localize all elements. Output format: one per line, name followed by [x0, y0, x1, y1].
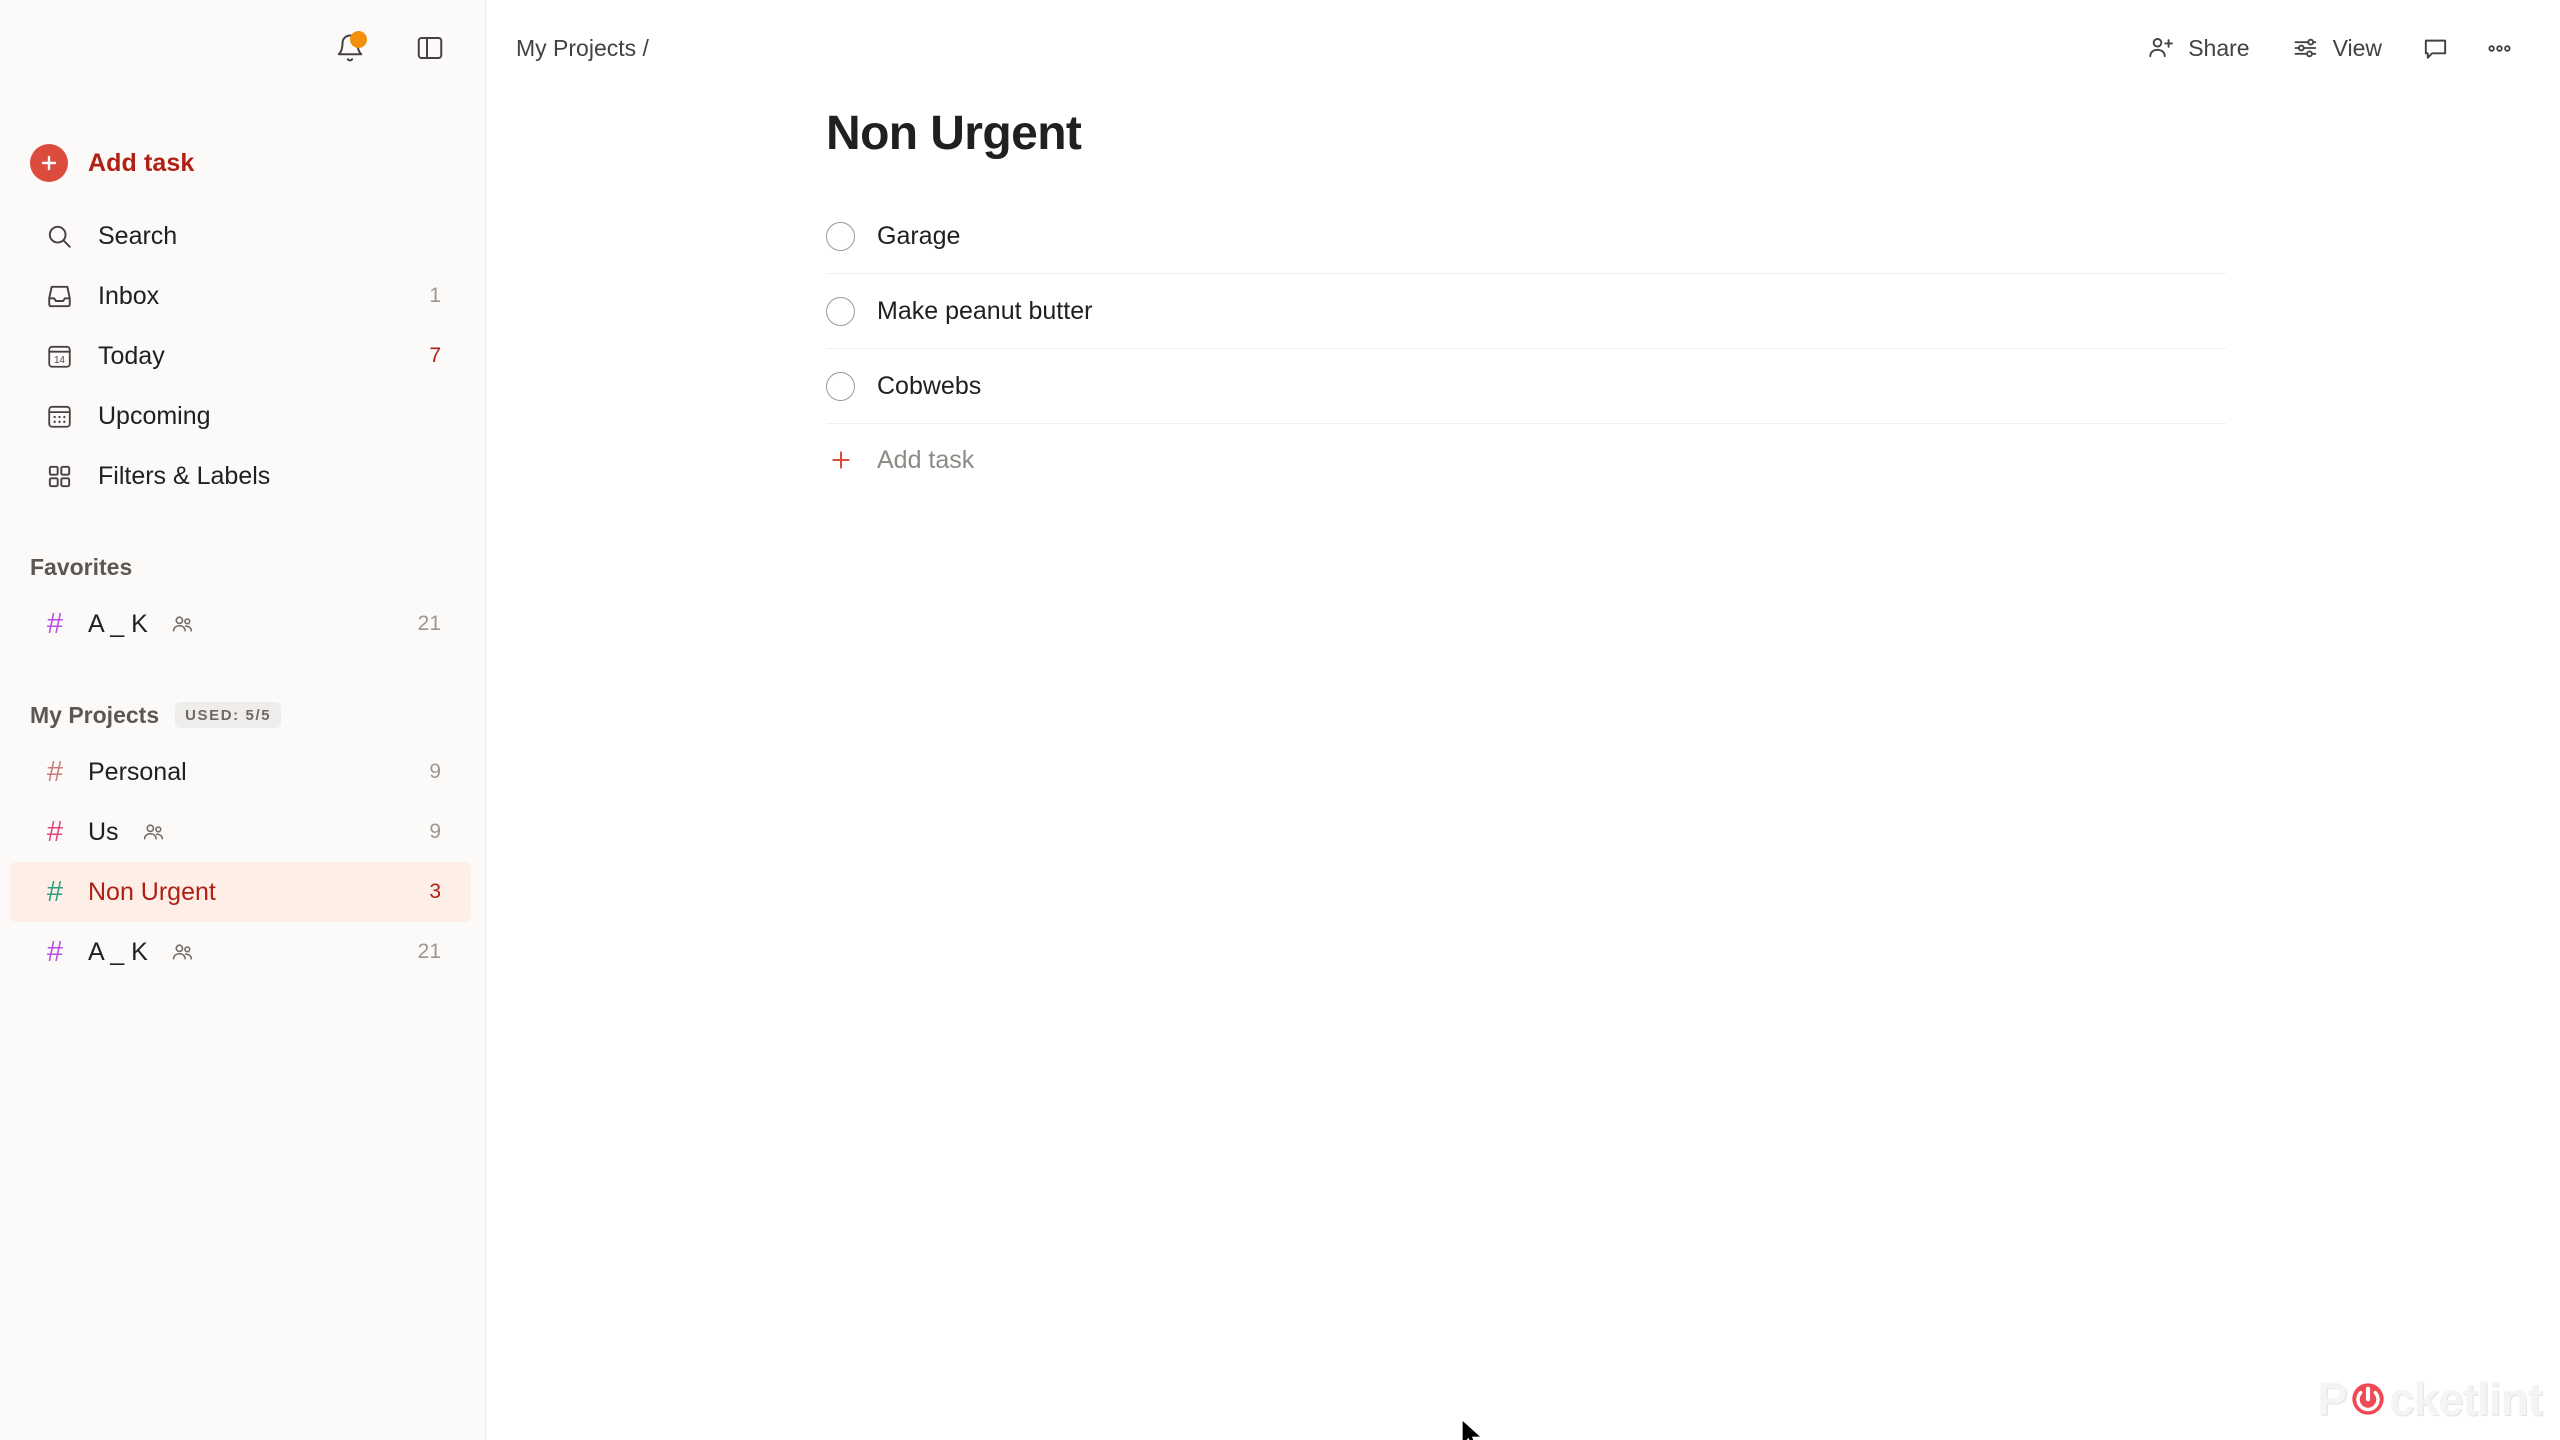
task-title: Garage — [877, 221, 961, 250]
breadcrumb[interactable]: My Projects / — [516, 35, 649, 62]
add-task-inline-label: Add task — [877, 445, 975, 474]
sidebar-item-upcoming-label: Upcoming — [98, 401, 211, 430]
favorites-title: Favorites — [30, 553, 133, 580]
sliders-icon — [2294, 38, 2316, 58]
task-row[interactable]: Make peanut butter — [826, 274, 2226, 349]
projects-used-badge: USED: 5/5 — [175, 702, 282, 728]
project-hash-icon: # — [46, 935, 64, 968]
project-label: Us — [88, 817, 119, 846]
person-add-icon — [2149, 37, 2174, 58]
project-label: A _ K — [88, 937, 148, 966]
project-label: Non Urgent — [88, 877, 216, 906]
task-checkbox[interactable] — [826, 221, 855, 251]
sidebar-item-filters-labels-label: Filters & Labels — [98, 461, 271, 490]
shared-project-people-icon — [170, 612, 195, 637]
project-hash-icon: # — [46, 815, 64, 848]
toolbar-actions: Share View — [2131, 20, 2526, 76]
toggle-sidebar-button[interactable] — [403, 21, 457, 75]
my-projects-title: My Projects — [30, 701, 160, 728]
sidebar-item-today-label: Today — [98, 341, 165, 370]
sidebar: Add task Search Inbox 1 14 Today 7 Upcom… — [0, 0, 486, 1440]
favorites-section-header: Favorites — [0, 540, 485, 594]
app-root: Add task Search Inbox 1 14 Today 7 Upcom… — [0, 0, 2560, 1440]
add-task-label: Add task — [88, 148, 195, 177]
sidebar-project-us[interactable]: # Us 9 — [10, 802, 471, 862]
sidebar-item-inbox-label: Inbox — [98, 281, 160, 310]
sidebar-item-upcoming[interactable]: Upcoming — [10, 386, 471, 446]
project-count: 9 — [429, 760, 441, 783]
favorite-label: A _ K — [88, 609, 148, 638]
sidebar-item-today-count: 7 — [429, 344, 441, 367]
more-horizontal-icon — [2487, 44, 2511, 52]
power-button-icon — [2348, 1379, 2388, 1419]
add-task-plus-icon — [30, 144, 68, 182]
notification-badge-dot — [350, 31, 367, 48]
more-options-button[interactable] — [2472, 21, 2526, 75]
task-title: Cobwebs — [877, 371, 982, 400]
sidebar-item-today[interactable]: 14 Today 7 — [10, 326, 471, 386]
sidebar-nav: Search Inbox 1 14 Today 7 Upcoming Filte… — [0, 206, 485, 506]
comments-button[interactable] — [2408, 21, 2462, 75]
add-task-inline-button[interactable]: Add task — [826, 424, 2226, 496]
project-count: 9 — [429, 820, 441, 843]
project-hash-icon: # — [46, 755, 64, 788]
watermark-text-part2: cketlint — [2388, 1373, 2543, 1425]
task-row[interactable]: Garage — [826, 199, 2226, 274]
sidebar-item-filters-labels[interactable]: Filters & Labels — [10, 446, 471, 506]
sidebar-favorite-a-k[interactable]: # A _ K 21 — [10, 594, 471, 654]
calendar-upcoming-icon — [40, 397, 78, 435]
search-icon — [40, 217, 78, 255]
view-button[interactable]: View — [2276, 20, 2398, 76]
favorite-count: 21 — [417, 612, 441, 635]
task-row[interactable]: Cobwebs — [826, 349, 2226, 424]
pocketlint-watermark: P cketlint — [2317, 1372, 2543, 1426]
add-task-button[interactable]: Add task — [0, 134, 485, 192]
main-content: My Projects / Share View Non Urgent Gara… — [486, 0, 2560, 1440]
sidebar-project-non-urgent[interactable]: # Non Urgent 3 — [10, 862, 471, 922]
top-toolbar: My Projects / Share View — [486, 0, 2560, 96]
task-checkbox[interactable] — [826, 371, 855, 401]
project-hash-icon: # — [46, 607, 64, 640]
project-count: 21 — [417, 940, 441, 963]
watermark-text-part1: P — [2317, 1373, 2348, 1425]
share-button[interactable]: Share — [2131, 20, 2265, 76]
filters-labels-icon — [40, 457, 78, 495]
task-list: Garage Make peanut butter Cobwebs Add ta… — [826, 199, 2226, 496]
notifications-bell-button[interactable] — [323, 21, 377, 75]
sidebar-item-inbox[interactable]: Inbox 1 — [10, 266, 471, 326]
view-label: View — [2332, 34, 2382, 61]
sidebar-header — [0, 0, 485, 96]
add-task-plus-icon — [826, 447, 855, 473]
sidebar-project-personal[interactable]: # Personal 9 — [10, 742, 471, 802]
project-content: Non Urgent Garage Make peanut butter Cob… — [486, 96, 2560, 496]
sidebar-item-search[interactable]: Search — [10, 206, 471, 266]
project-hash-icon: # — [46, 875, 64, 908]
sidebar-item-search-label: Search — [98, 221, 178, 250]
calendar-today-icon: 14 — [40, 337, 78, 375]
sidebar-item-inbox-count: 1 — [429, 284, 441, 307]
my-projects-section-header: My Projects USED: 5/5 — [0, 688, 485, 742]
task-title: Make peanut butter — [877, 296, 1093, 325]
task-checkbox[interactable] — [826, 296, 855, 326]
shared-project-people-icon — [170, 940, 195, 965]
svg-text:14: 14 — [54, 354, 65, 365]
sidebar-project-a-k[interactable]: # A _ K 21 — [10, 922, 471, 982]
sidebar-panel-icon — [417, 37, 443, 59]
project-label: Personal — [88, 757, 187, 786]
share-label: Share — [2188, 34, 2250, 61]
comment-bubble-icon — [2424, 39, 2446, 59]
inbox-icon — [40, 277, 78, 315]
shared-project-people-icon — [141, 820, 166, 845]
project-count: 3 — [429, 880, 441, 903]
page-title: Non Urgent — [826, 107, 1082, 160]
